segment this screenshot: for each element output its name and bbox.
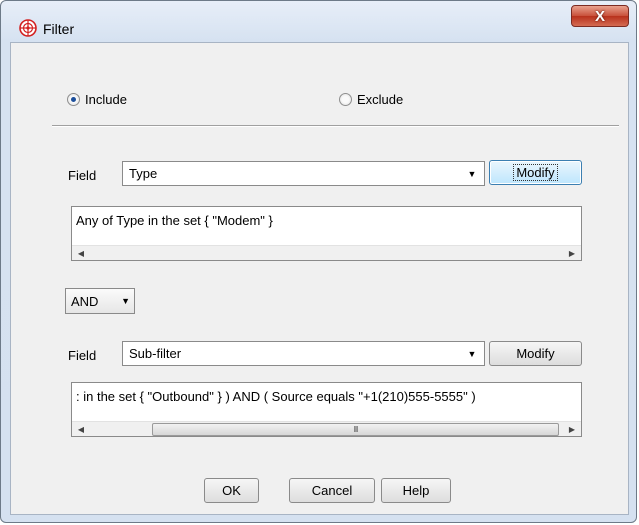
modify-button-2-label: Modify	[516, 346, 555, 361]
red-network-globe-icon	[19, 19, 37, 37]
field-select-1[interactable]: Type ▼	[122, 161, 485, 186]
exclude-radio-option[interactable]: Exclude	[339, 92, 403, 107]
filter-expression-2-text: : in the set { "Outbound" } ) AND ( Sour…	[76, 389, 476, 404]
dialog-body: Include Exclude Field Type ▼ Modify Any …	[10, 42, 629, 515]
include-radio-option[interactable]: Include	[67, 92, 127, 107]
scroll-right-icon[interactable]: ▶	[565, 247, 579, 260]
include-label: Include	[85, 92, 127, 107]
ok-button-label: OK	[222, 483, 241, 498]
exclude-radio[interactable]	[339, 93, 352, 106]
filter-dialog: Filter X Include Exclude Field Type ▼ Mo…	[0, 0, 637, 523]
modify-button-1-label: Modify	[513, 164, 558, 181]
include-radio[interactable]	[67, 93, 80, 106]
chevron-down-icon[interactable]: ▼	[462, 164, 482, 183]
scroll-left-icon[interactable]: ◀	[74, 423, 88, 436]
field-select-2-value: Sub-filter	[129, 346, 182, 361]
filter-expression-2[interactable]: : in the set { "Outbound" } ) AND ( Sour…	[71, 382, 582, 437]
close-button[interactable]: X	[571, 5, 629, 27]
field-select-2[interactable]: Sub-filter ▼	[122, 341, 485, 366]
scrollbar-thumb[interactable]: III	[152, 423, 559, 436]
horizontal-scrollbar-2[interactable]: ◀ III ▶	[72, 421, 581, 436]
scroll-left-icon[interactable]: ◀	[74, 247, 88, 260]
window-title: Filter	[43, 21, 75, 37]
field-label-1: Field	[68, 168, 97, 183]
field-select-1-value: Type	[129, 166, 158, 181]
cancel-button[interactable]: Cancel	[289, 478, 375, 503]
ok-button[interactable]: OK	[204, 478, 259, 503]
operator-select-value: AND	[71, 294, 99, 309]
scroll-right-icon[interactable]: ▶	[565, 423, 579, 436]
help-button[interactable]: Help	[381, 478, 451, 503]
exclude-label: Exclude	[357, 92, 404, 107]
chevron-down-icon[interactable]: ▼	[462, 344, 482, 363]
help-button-label: Help	[402, 483, 430, 498]
field-label-2: Field	[68, 348, 97, 363]
filter-expression-1[interactable]: Any of Type in the set { "Modem" } ◀ ▶	[71, 206, 582, 261]
close-icon: X	[594, 7, 605, 25]
modify-button-2[interactable]: Modify	[489, 341, 582, 366]
title-bar[interactable]: Filter X	[1, 1, 636, 41]
modify-button-1[interactable]: Modify	[489, 160, 582, 185]
horizontal-scrollbar-1[interactable]: ◀ ▶	[72, 245, 581, 260]
cancel-button-label: Cancel	[311, 483, 353, 498]
operator-select[interactable]: AND ▼	[65, 288, 135, 314]
separator	[52, 125, 619, 127]
chevron-down-icon[interactable]: ▼	[121, 296, 130, 306]
filter-expression-1-text: Any of Type in the set { "Modem" }	[76, 213, 273, 228]
